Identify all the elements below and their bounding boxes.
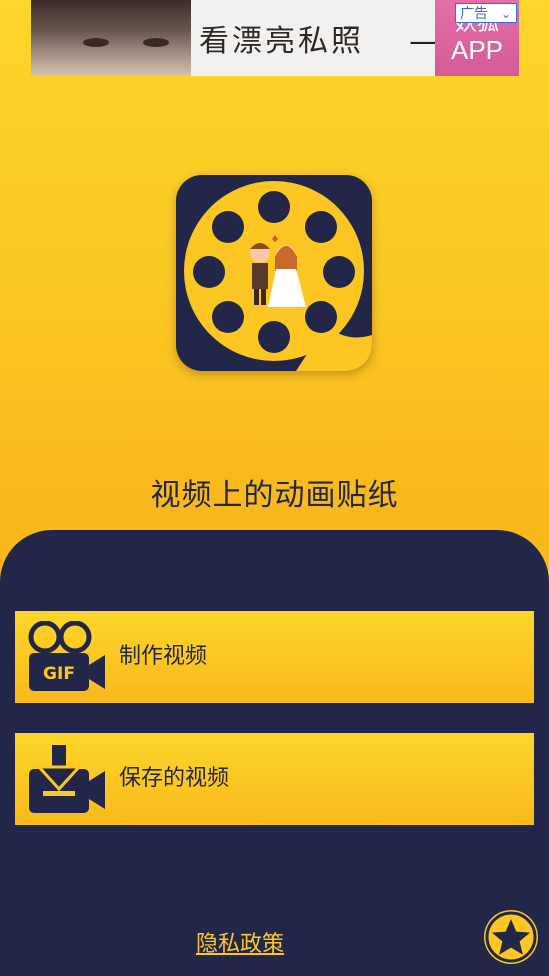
ad-banner[interactable]: 看漂亮私照 ⟶ 妖狐 APP [31,0,519,76]
chevron-down-icon: ⌄ [500,7,511,21]
saved-videos-label: 保存的视频 [119,766,230,791]
app-title: 视频上的动画贴纸 [150,478,399,513]
download-camera-icon [29,745,105,813]
star-icon [485,911,537,963]
ad-text: 看漂亮私照 [199,24,364,59]
saved-videos-button[interactable]: 保存的视频 [15,733,534,825]
ad-photo [31,0,191,76]
make-video-button[interactable]: GIF 制作视频 [15,611,534,703]
ad-tag[interactable]: 广告 ⌄ [455,3,517,23]
ad-tag-label: 广告 [460,6,488,22]
rate-button[interactable] [484,910,538,964]
film-reel-icon [184,181,372,371]
gif-label: GIF [43,664,75,684]
ad-app-label: APP [450,35,504,65]
app-logo [176,175,372,371]
gif-camera-icon: GIF [28,621,105,691]
make-video-label: 制作视频 [119,644,208,669]
privacy-policy-link[interactable]: 隐私政策 [0,926,480,958]
